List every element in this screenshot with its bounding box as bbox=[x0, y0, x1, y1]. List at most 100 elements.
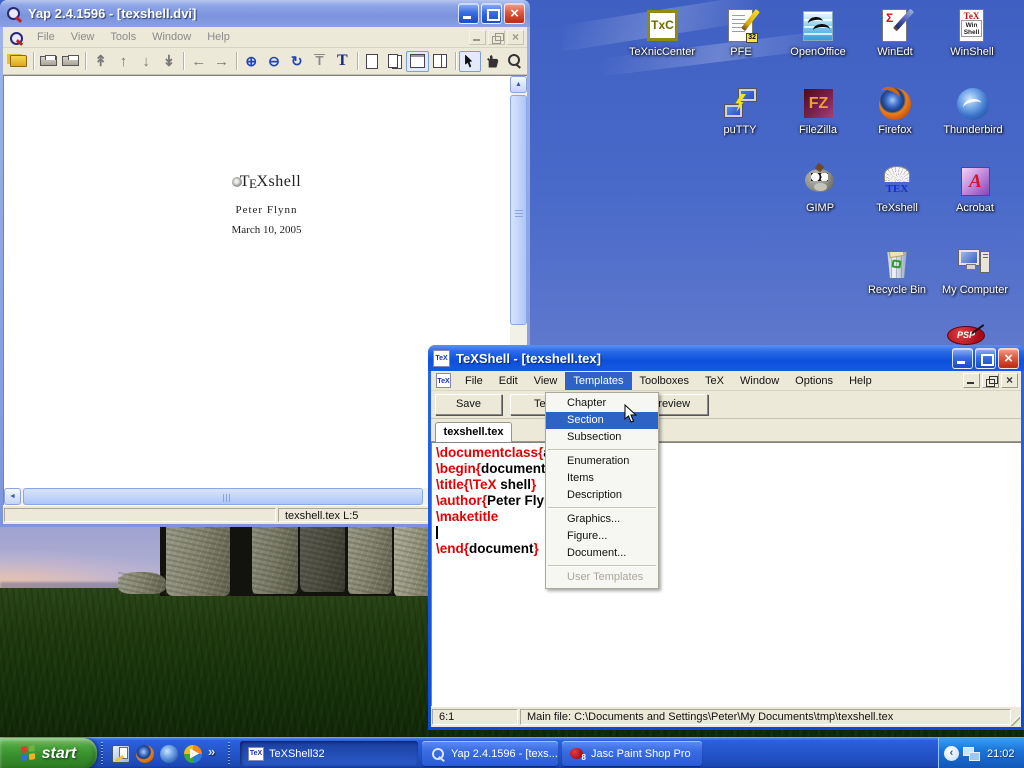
desktop-icon-label: FileZilla bbox=[774, 124, 862, 137]
mdi-min-button[interactable] bbox=[963, 373, 980, 388]
yap-titlebar[interactable]: Yap 2.4.1596 - [texshell.dvi] bbox=[0, 0, 530, 27]
menu-item-chapter[interactable]: Chapter bbox=[546, 395, 658, 412]
mdi-min-button[interactable] bbox=[469, 30, 486, 45]
prev-page-icon[interactable]: ↑ bbox=[112, 51, 135, 72]
menu-view[interactable]: View bbox=[526, 372, 566, 390]
desktop-icon-gimp[interactable]: GIMP bbox=[776, 164, 864, 215]
print-icon[interactable] bbox=[37, 51, 60, 72]
desktop-icon-label: PFE bbox=[697, 46, 785, 59]
last-page-icon[interactable]: ↡ bbox=[158, 51, 181, 72]
fit-width-icon[interactable] bbox=[406, 51, 429, 72]
desktop-icon-texshell[interactable]: TeXshell bbox=[853, 164, 941, 215]
tab-texshell-tex[interactable]: texshell.tex bbox=[435, 422, 512, 442]
view-facing-pages-icon[interactable] bbox=[383, 51, 406, 72]
menu-item-subsection[interactable]: Subsection bbox=[546, 429, 658, 446]
text-mode-icon[interactable]: T bbox=[331, 51, 354, 72]
next-page-icon[interactable]: ↓ bbox=[135, 51, 158, 72]
main-file-path: Main file: C:\Documents and Settings\Pet… bbox=[520, 709, 1011, 725]
menu-file[interactable]: File bbox=[29, 28, 63, 46]
ruler-icon[interactable]: T bbox=[308, 51, 331, 72]
desktop-icon-filezilla[interactable]: FileZilla bbox=[774, 86, 862, 137]
view-single-page-icon[interactable] bbox=[361, 51, 384, 72]
tray-collapse-chevron[interactable]: ‹ bbox=[944, 746, 959, 761]
zoom-out-icon[interactable]: ⊖ bbox=[263, 51, 286, 72]
texshell-window: TeXShell - [texshell.tex] FileEditViewTe… bbox=[428, 345, 1024, 730]
media-player-icon[interactable] bbox=[184, 745, 202, 763]
open-icon[interactable] bbox=[7, 51, 30, 72]
maximize-button[interactable] bbox=[481, 3, 502, 24]
yap-status-empty bbox=[4, 508, 276, 522]
desktop-icon-acrobat[interactable]: Acrobat bbox=[931, 164, 1019, 215]
task-button-yap-2-4-1596-texs[interactable]: Yap 2.4.1596 - [texs... bbox=[422, 741, 558, 766]
mdi-restore-button[interactable] bbox=[982, 373, 999, 388]
menu-item-enumeration[interactable]: Enumeration bbox=[546, 453, 658, 470]
menu-item-description[interactable]: Description bbox=[546, 487, 658, 504]
print-setup-icon[interactable] bbox=[60, 51, 83, 72]
horizontal-scroll-thumb[interactable] bbox=[23, 488, 423, 505]
menu-view[interactable]: View bbox=[63, 28, 103, 46]
forward-icon[interactable]: → bbox=[210, 51, 233, 72]
desktop-icon-winedt[interactable]: WinEdt bbox=[851, 8, 939, 59]
first-page-icon[interactable]: ↟ bbox=[89, 51, 112, 72]
minimize-button[interactable] bbox=[952, 348, 973, 369]
close-button[interactable] bbox=[504, 3, 525, 24]
minimize-button[interactable] bbox=[458, 3, 479, 24]
texshell-editor[interactable]: \documentclass{art\begin{document}\title… bbox=[431, 442, 1021, 706]
desktop-icon-openoffice[interactable]: OpenOffice bbox=[774, 8, 862, 59]
menu-templates[interactable]: Templates bbox=[565, 372, 631, 390]
desktop-icon-firefox[interactable]: Firefox bbox=[851, 86, 939, 137]
desktop-icon-winshell[interactable]: WinShell bbox=[928, 8, 1016, 59]
scroll-left-button[interactable]: ◄ bbox=[4, 488, 21, 505]
quick-launch-overflow-chevron[interactable]: » bbox=[208, 744, 215, 759]
editor-line: \documentclass{art bbox=[436, 445, 1021, 461]
select-tool-icon[interactable] bbox=[459, 51, 482, 72]
mdi-close-button[interactable] bbox=[1001, 373, 1018, 388]
task-button-jasc-paint-shop-pro[interactable]: Jasc Paint Shop Pro bbox=[562, 741, 702, 766]
menu-help[interactable]: Help bbox=[199, 28, 238, 46]
menu-toolboxes[interactable]: Toolboxes bbox=[632, 372, 698, 390]
save-button[interactable]: Save bbox=[435, 394, 502, 415]
desktop-icon-label: Thunderbird bbox=[929, 124, 1017, 137]
desktop-icon-my-computer[interactable]: My Computer bbox=[931, 246, 1019, 297]
pan-tool-icon[interactable] bbox=[481, 51, 504, 72]
firefox-icon[interactable] bbox=[136, 745, 154, 763]
fit-page-icon[interactable] bbox=[429, 51, 452, 72]
back-icon[interactable]: ← bbox=[187, 51, 210, 72]
desktop-icon-recycle-bin[interactable]: Recycle Bin bbox=[853, 246, 941, 297]
vertical-scroll-thumb[interactable] bbox=[510, 95, 527, 325]
maximize-button[interactable] bbox=[975, 348, 996, 369]
mdi-close-button[interactable] bbox=[507, 30, 524, 45]
network-tray-icon[interactable] bbox=[963, 747, 981, 761]
wallpaper-stones bbox=[110, 518, 440, 604]
desktop-icon-pfe[interactable]: PFE bbox=[697, 8, 785, 59]
menu-tools[interactable]: Tools bbox=[102, 28, 144, 46]
menu-options[interactable]: Options bbox=[787, 372, 841, 390]
close-button[interactable] bbox=[998, 348, 1019, 369]
thunderbird-icon[interactable] bbox=[160, 745, 178, 763]
magnifier-tool-icon[interactable] bbox=[504, 51, 527, 72]
scroll-up-button[interactable]: ▲ bbox=[510, 76, 527, 93]
desktop-icon-putty[interactable]: puTTY bbox=[696, 86, 784, 137]
menu-item-document[interactable]: Document... bbox=[546, 545, 658, 562]
texshell-titlebar[interactable]: TeXShell - [texshell.tex] bbox=[428, 345, 1024, 371]
zoom-in-icon[interactable]: ⊕ bbox=[240, 51, 263, 72]
task-button-texshell32[interactable]: TeXShell32 bbox=[240, 741, 418, 766]
menu-tex[interactable]: TeX bbox=[697, 372, 732, 390]
refresh-icon[interactable]: ↻ bbox=[285, 51, 308, 72]
menu-edit[interactable]: Edit bbox=[491, 372, 526, 390]
menu-item-graphics[interactable]: Graphics... bbox=[546, 511, 658, 528]
show-desktop-icon[interactable] bbox=[112, 745, 130, 763]
menu-help[interactable]: Help bbox=[841, 372, 880, 390]
menu-item-figure[interactable]: Figure... bbox=[546, 528, 658, 545]
mdi-restore-button[interactable] bbox=[488, 30, 505, 45]
menu-window[interactable]: Window bbox=[732, 372, 787, 390]
menu-separator bbox=[548, 507, 656, 508]
desktop-icon-texniccenter[interactable]: TeXnicCenter bbox=[618, 8, 706, 59]
menu-item-items[interactable]: Items bbox=[546, 470, 658, 487]
desktop-icon-thunderbird[interactable]: Thunderbird bbox=[929, 86, 1017, 137]
start-button[interactable]: start bbox=[0, 738, 97, 768]
menu-window[interactable]: Window bbox=[144, 28, 199, 46]
quick-launch bbox=[108, 738, 206, 768]
menu-item-section[interactable]: Section bbox=[546, 412, 658, 429]
menu-file[interactable]: File bbox=[457, 372, 491, 390]
